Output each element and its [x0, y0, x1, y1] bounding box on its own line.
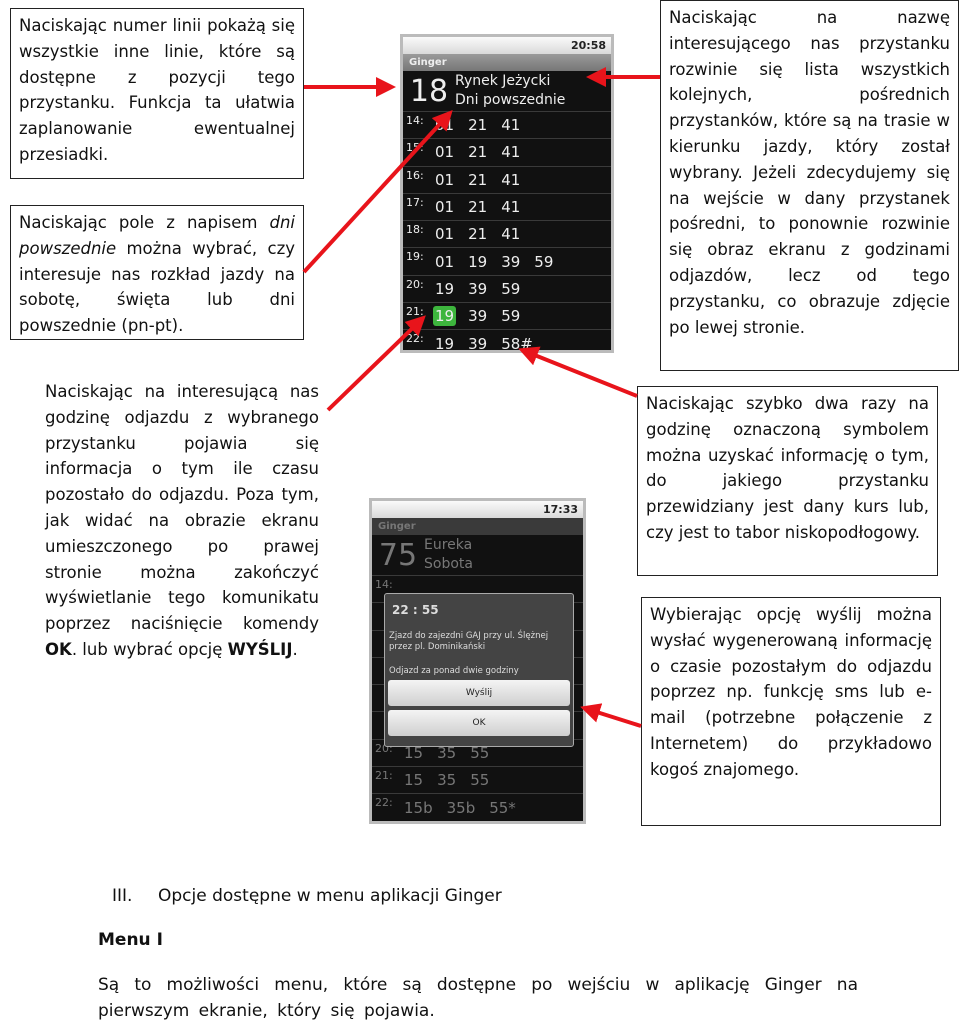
- document-page: Naciskając numer linii pokażą się wszyst…: [0, 0, 960, 1021]
- menu-heading: Menu I: [98, 930, 163, 950]
- arrows-overlay: [302, 67, 660, 728]
- arrow: [302, 110, 453, 274]
- section-number: III.: [112, 886, 133, 906]
- arrow: [326, 315, 426, 412]
- arrow: [580, 703, 642, 728]
- section-title: Opcje dostępne w menu aplikacji Ginger: [158, 886, 502, 906]
- section-paragraph: Są to możliwości menu, które są dostępne…: [98, 975, 858, 1021]
- arrow: [518, 346, 638, 398]
